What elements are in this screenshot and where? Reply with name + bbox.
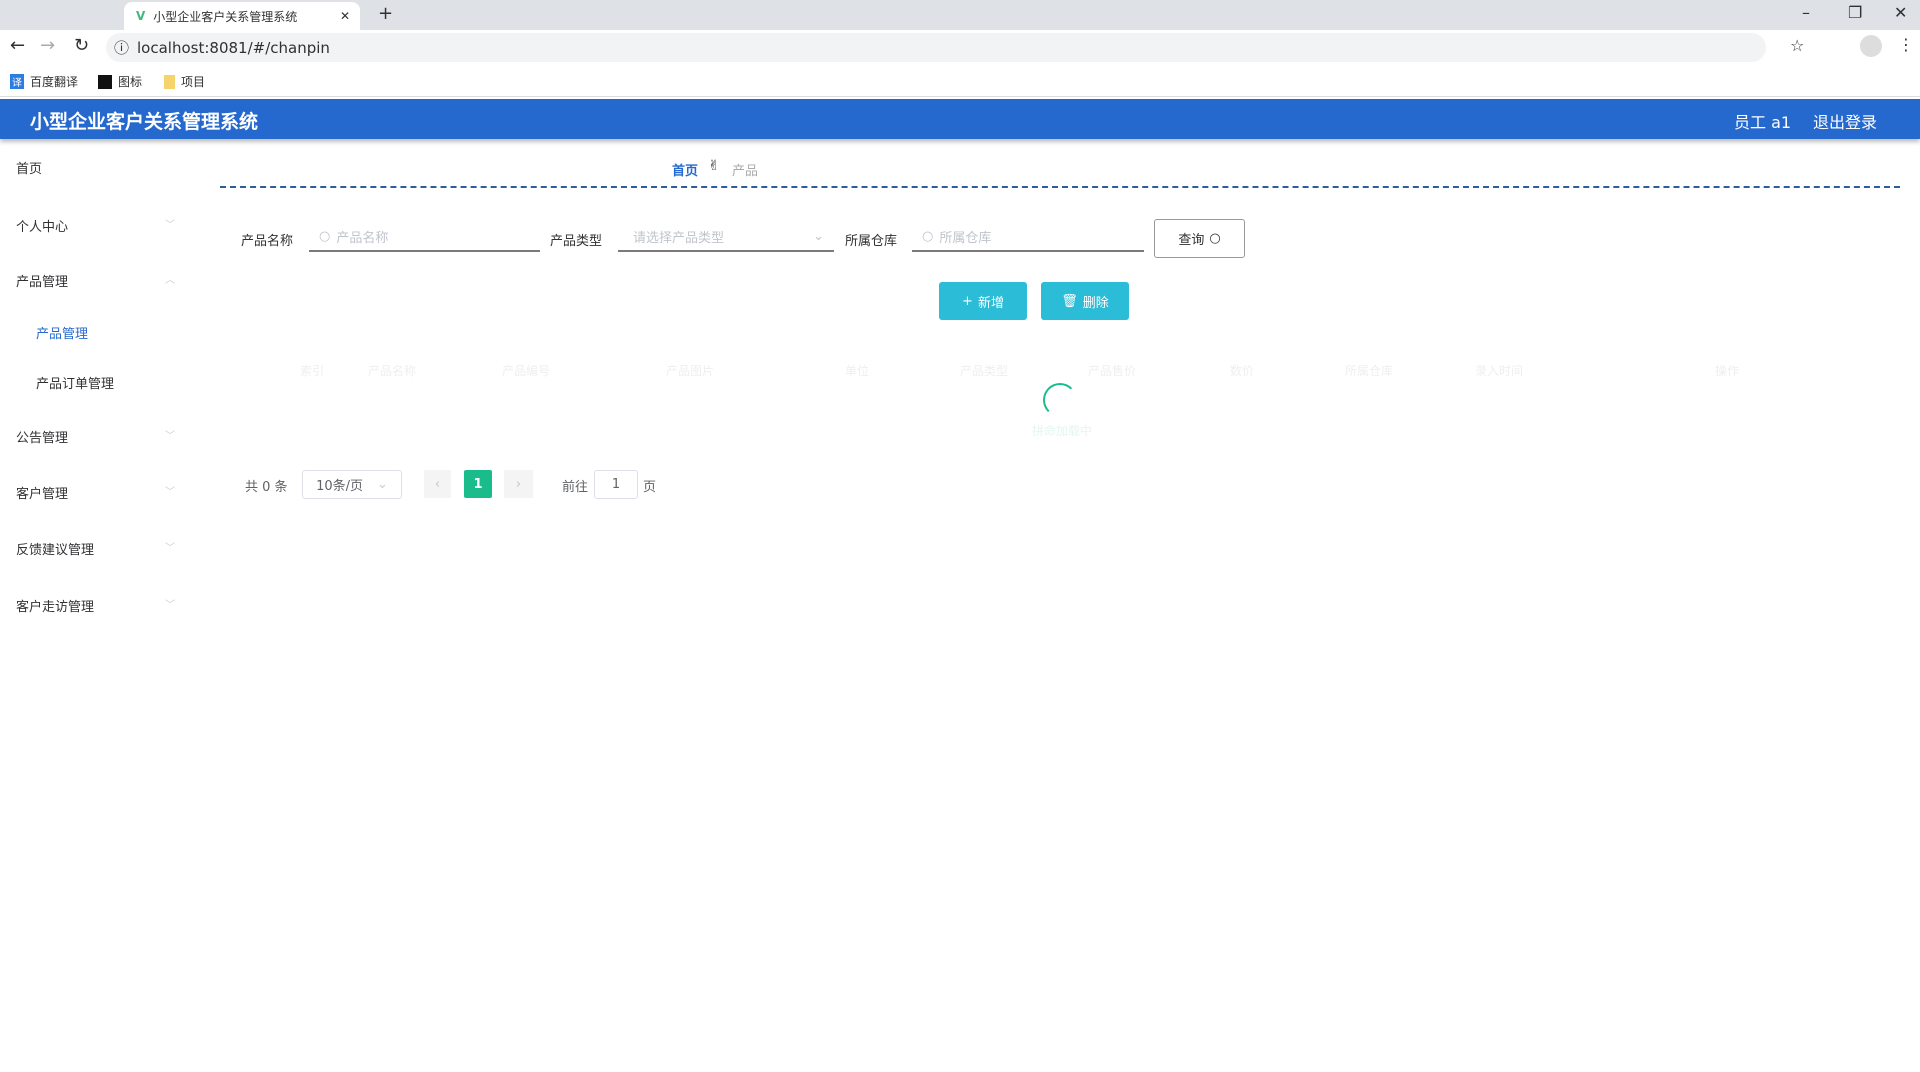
chevron-up-icon: ︿ bbox=[165, 275, 175, 286]
warehouse-input[interactable]: ○ 所属仓库 bbox=[912, 222, 1144, 252]
browser-tab-strip: V 小型企业客户关系管理系统 ✕ + – ❐ ✕ bbox=[0, 0, 1920, 30]
reload-icon[interactable]: ↻ bbox=[74, 35, 89, 56]
app-header: 小型企业客户关系管理系统 员工 a1 退出登录 bbox=[0, 99, 1920, 139]
close-window-icon[interactable]: ✕ bbox=[1894, 3, 1907, 22]
chevron-down-icon: ⌄ bbox=[813, 228, 824, 244]
tab-title: 小型企业客户关系管理系统 bbox=[153, 9, 298, 24]
column-header[interactable]: 产品售价 bbox=[1088, 362, 1136, 379]
chevron-down-icon: ﹀ bbox=[165, 543, 175, 554]
page-suffix: 页 bbox=[643, 480, 657, 495]
sidebar-item-customer[interactable]: 客户管理 bbox=[16, 483, 68, 502]
browser-tab[interactable]: V 小型企业客户关系管理系统 ✕ bbox=[124, 2, 360, 30]
address-bar[interactable]: ⓘ localhost:8081/#/chanpin bbox=[106, 33, 1766, 62]
chevron-down-icon: ⌄ bbox=[377, 477, 388, 492]
add-button[interactable]: + 新增 bbox=[939, 282, 1027, 320]
bookmarks-bar: 译百度翻译 图标 项目 bbox=[0, 65, 1920, 97]
column-header[interactable]: 录入时间 bbox=[1475, 362, 1523, 379]
column-header[interactable]: 所属仓库 bbox=[1345, 362, 1393, 379]
minimize-icon[interactable]: – bbox=[1802, 3, 1810, 22]
divider bbox=[220, 186, 1900, 188]
prev-page-button[interactable]: ‹ bbox=[424, 470, 451, 498]
goto-label: 前往 bbox=[562, 480, 589, 495]
sidebar-item-notice[interactable]: 公告管理 bbox=[16, 427, 68, 446]
folder-icon bbox=[164, 74, 175, 89]
user-label: 员工 a1 bbox=[1734, 113, 1792, 132]
query-button[interactable]: 查询 ○ bbox=[1154, 219, 1245, 258]
chevron-down-icon: ﹀ bbox=[165, 600, 175, 611]
url-text: localhost:8081/#/chanpin bbox=[137, 38, 330, 57]
new-tab-button[interactable]: + bbox=[378, 3, 393, 24]
menu-icon[interactable]: ⋮ bbox=[1898, 35, 1914, 54]
tab-close-icon[interactable]: ✕ bbox=[340, 9, 350, 23]
chevron-down-icon: ﹀ bbox=[165, 487, 175, 498]
column-header[interactable]: 单位 bbox=[845, 362, 869, 379]
sidebar-subitem-order[interactable]: 产品订单管理 bbox=[36, 373, 114, 392]
column-header[interactable]: 产品类型 bbox=[960, 362, 1008, 379]
loading-text: 拼命加载中 bbox=[1032, 424, 1093, 438]
address-row: ← → ↻ ⓘ localhost:8081/#/chanpin ☆ ⋮ bbox=[0, 30, 1920, 65]
page-1-button[interactable]: 1 bbox=[464, 470, 492, 498]
goto-page-input[interactable]: 1 bbox=[594, 470, 638, 499]
column-header[interactable]: 产品编号 bbox=[502, 362, 550, 379]
profile-icon[interactable] bbox=[1860, 35, 1882, 57]
column-header[interactable]: 数价 bbox=[1230, 362, 1254, 379]
search-icon: ○ bbox=[319, 228, 331, 244]
vue-logo-icon: V bbox=[136, 9, 146, 23]
app-title: 小型企业客户关系管理系统 bbox=[30, 111, 259, 133]
sidebar-item-visit[interactable]: 客户走访管理 bbox=[16, 596, 94, 615]
warehouse-label: 所属仓库 bbox=[845, 234, 898, 249]
sidebar-item-feedback[interactable]: 反馈建议管理 bbox=[16, 539, 94, 558]
flag-icon bbox=[98, 74, 112, 89]
chevron-down-icon: ﹀ bbox=[165, 431, 175, 442]
breadcrumb-product: 产品 bbox=[732, 164, 759, 179]
logout-button[interactable]: 退出登录 bbox=[1813, 109, 1877, 133]
column-header: 操作 bbox=[1715, 364, 1740, 378]
chevron-down-icon: ﹀ bbox=[165, 220, 175, 231]
translate-icon: 译 bbox=[10, 74, 24, 89]
sidebar-item-profile[interactable]: 个人中心 bbox=[16, 216, 68, 235]
column-header[interactable]: 产品名称 bbox=[368, 362, 416, 379]
sidebar-subitem-product[interactable]: 产品管理 bbox=[36, 323, 88, 342]
sidebar-item-home[interactable]: 首页 bbox=[16, 158, 42, 177]
page-size-select[interactable]: 10条/页 ⌄ bbox=[302, 470, 402, 499]
bookmark-icons[interactable]: 图标 bbox=[98, 73, 142, 90]
bookmark-baidu[interactable]: 译百度翻译 bbox=[10, 73, 78, 90]
delete-button[interactable]: 🗑 删除 bbox=[1041, 282, 1129, 320]
info-icon: ⓘ bbox=[114, 39, 130, 57]
product-name-input[interactable]: ○ 产品名称 bbox=[309, 222, 540, 252]
restore-icon[interactable]: ❐ bbox=[1848, 3, 1862, 22]
back-icon[interactable]: ← bbox=[10, 35, 25, 56]
column-header: 索引 bbox=[300, 364, 325, 378]
search-icon: ○ bbox=[922, 228, 934, 244]
breadcrumb-home[interactable]: 首页 bbox=[672, 160, 698, 179]
total-count: 共 0 条 bbox=[245, 480, 288, 495]
product-type-label: 产品类型 bbox=[550, 234, 603, 249]
bookmark-project[interactable]: 项目 bbox=[164, 73, 205, 90]
trash-icon: 🗑 bbox=[1061, 293, 1078, 309]
forward-icon[interactable]: → bbox=[40, 35, 55, 56]
loading-spinner-icon bbox=[1043, 383, 1077, 417]
sidebar-item-product[interactable]: 产品管理 bbox=[16, 271, 68, 290]
product-name-label: 产品名称 bbox=[241, 234, 294, 249]
search-icon: ○ bbox=[1209, 231, 1221, 246]
star-icon[interactable]: ☆ bbox=[1790, 36, 1804, 55]
plus-icon: + bbox=[962, 293, 973, 309]
column-header[interactable]: 产品图片 bbox=[666, 362, 714, 379]
product-type-select[interactable]: 请选择产品类型 ⌄ bbox=[618, 222, 834, 252]
next-page-button[interactable]: › bbox=[504, 470, 533, 498]
hand-icon: ✌ bbox=[708, 158, 720, 174]
